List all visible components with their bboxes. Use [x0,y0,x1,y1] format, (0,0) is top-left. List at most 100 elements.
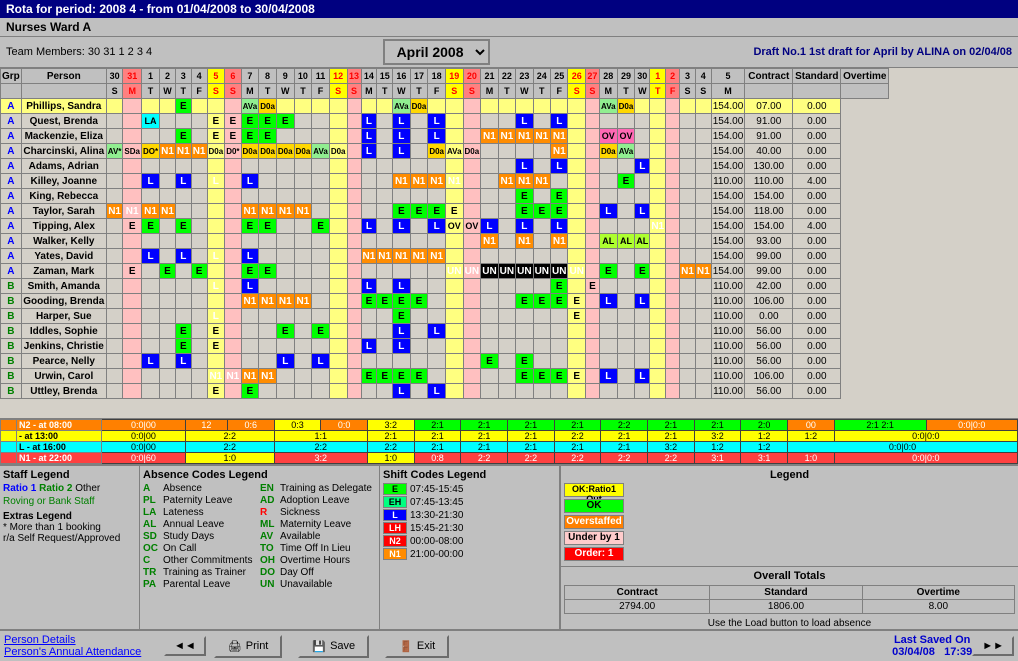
absence-item-oc: OC On Call [143,543,259,554]
team-members-label: Team Members: 30 31 1 2 3 4 [2,46,156,58]
ward-name: Nurses Ward A [6,20,91,34]
footer-bar: Person Details Person's Annual Attendanc… [0,629,1018,661]
table-row: A Quest, Brenda LA EE EE E L L L L L [1,114,889,129]
absence-item-oh: OH Overtime Hours [260,555,376,566]
table-row: A Zaman, Mark E E E EE UNUN UNUN UNUN UN [1,264,889,279]
day-header-8: 8 [259,69,277,84]
table-row: A Phillips, Sandra E AVaD0a AVaD0a [1,99,889,114]
table-row: A Yates, David L L L L N1N1 N1N1 N1 [1,249,889,264]
grp-subheader [1,84,22,99]
day-header-3: 3 [175,69,191,84]
day-header-29: 29 [617,69,635,84]
day-header-22: 22 [498,69,515,84]
day-header-24: 24 [533,69,550,84]
table-row: A Mackenzie, Eliza E EE EE L L L N1N1 N1… [1,129,889,144]
legend-panel: Legend OK:Ratio1 Out OK Overstaffed Unde… [560,466,1018,566]
absence-item-av: AV Available [260,531,376,542]
overall-totals-panel: Overall Totals Contract Standard Overtim… [560,566,1018,629]
prev-button[interactable]: ◄◄ [164,636,206,656]
day-header-9: 9 [276,69,294,84]
shift-legend-panel: Shift Codes Legend E 07:45-15:45 EH 07:4… [380,466,560,629]
day-header-m2: 2 [666,69,680,84]
person-attendance-link[interactable]: Person's Annual Attendance [4,646,164,658]
day-header-m1: 1 [650,69,666,84]
day-header-4: 4 [191,69,207,84]
day-header-16: 16 [393,69,411,84]
day-header-28: 28 [599,69,617,84]
day-header-12: 12 [329,69,347,84]
absence-codes-grid: A Absence EN Training as Delegate PL Pat… [143,483,376,590]
day-header-13: 13 [347,69,361,84]
person-header: Person [21,69,106,84]
day-header-20: 20 [463,69,481,84]
table-row: B Pearce, Nelly L L L L E E [1,354,889,369]
rota-table: Grp Person 30 31 1 2 3 4 5 6 7 8 9 10 11 [0,68,889,399]
shift-lh: LH 15:45-21:30 [383,522,556,534]
absence-item-ad: AD Adoption Leave [260,495,376,506]
day-header-11: 11 [312,69,330,84]
save-button[interactable]: 💾 Save [298,635,369,658]
stats-row-13: - at 13:00 0:0|00 2:2 1:1 2:1 2:1 2:1 2:… [1,431,1018,442]
table-row: A Taylor, Sarah N1N1 N1N1 N1N1 N1N1 EE E… [1,204,889,219]
stats-area: N2 - at 08:00 0:0|00 12 0:6 0:3 0:0 3:2 … [0,418,1018,464]
header-row: Team Members: 30 31 1 2 3 4 April 2008 D… [0,37,1018,68]
day-header-31: 31 [123,69,142,84]
month-selector[interactable]: April 2008 [156,39,716,65]
save-icon: 💾 [312,640,326,653]
table-row: A Tipping, Alex E E E EE E L L L OVOV L … [1,219,889,234]
absence-item-tr: TR Training as Trainer [143,567,259,578]
last-saved: Last Saved On 03/04/08 17:39 [892,634,972,658]
right-panels: Legend OK:Ratio1 Out OK Overstaffed Unde… [560,466,1018,629]
legend-overstaffed: Overstaffed [564,515,1015,529]
day-header-5: 5 [207,69,225,84]
staff-legend-panel: Staff Legend Ratio 1 Ratio 2 Other Rovin… [0,466,140,629]
day-header-30b: 30 [635,69,650,84]
day-header-17: 17 [410,69,428,84]
day-header-7: 7 [241,69,259,84]
absence-item-ml: ML Maternity Leave [260,519,376,530]
day-header-m4: 4 [695,69,711,84]
printer-icon: 🖨 [228,640,242,653]
table-row: B Smith, Amanda L L L L E E [1,279,889,294]
ward-bar: Nurses Ward A [0,18,1018,37]
overtime-header: Overtime [841,69,889,84]
extras-legend: Extras Legend * More than 1 booking r/a … [3,511,136,544]
ratio-box: Ratio 1 Ratio 2 Other [3,483,136,494]
shift-e: E 07:45-15:45 [383,483,556,495]
person-details-link[interactable]: Person Details [4,634,164,646]
info-panels: Staff Legend Ratio 1 Ratio 2 Other Rovin… [0,464,1018,629]
rota-wrapper[interactable]: Grp Person 30 31 1 2 3 4 5 6 7 8 9 10 11 [0,68,1018,418]
day-header-10: 10 [294,69,312,84]
exit-icon: 🚪 [399,640,413,653]
table-row: B Iddles, Sophie E E E E L L [1,324,889,339]
contract-header: Contract [745,69,793,84]
absence-legend-title: Absence Codes Legend [143,469,376,481]
print-button[interactable]: 🖨 Print [214,635,283,658]
day-header-6: 6 [225,69,241,84]
shift-n1: N1 21:00-00:00 [383,548,556,560]
absence-item-sd: SD Study Days [143,531,259,542]
stats-row-n2: N2 - at 08:00 0:0|00 12 0:6 0:3 0:0 3:2 … [1,420,1018,431]
day-header-27: 27 [585,69,599,84]
day-header-19: 19 [446,69,464,84]
shift-l: L 13:30-21:30 [383,509,556,521]
person-subheader [21,84,106,99]
legend-order: Order: 1 [564,547,1015,561]
staff-legend-title: Staff Legend [3,469,136,481]
absence-item-pa: PA Parental Leave [143,579,259,590]
shift-legend-title: Shift Codes Legend [383,469,556,481]
absence-item-al: AL Annual Leave [143,519,259,530]
day-header-25: 25 [551,69,568,84]
shift-eh: EH 07:45-13:45 [383,496,556,508]
next-button[interactable]: ►► [972,636,1014,656]
exit-button[interactable]: 🚪 Exit [385,635,449,658]
table-row: B Urwin, Carol N1N1 N1N1 EE EE EE E [1,369,889,384]
legend-ok: OK [564,499,1015,513]
table-row: A King, Rebecca E E [1,189,889,204]
draft-info: Draft No.1 1st draft for April by ALINA … [716,46,1016,58]
footer-links: Person Details Person's Annual Attendanc… [4,634,164,658]
day-header-30: 30 [106,69,123,84]
roving-staff: Roving or Bank Staff [3,496,136,507]
title-text: Rota for period: 2008 4 - from 01/04/200… [6,2,315,16]
month-dropdown[interactable]: April 2008 [383,39,490,65]
